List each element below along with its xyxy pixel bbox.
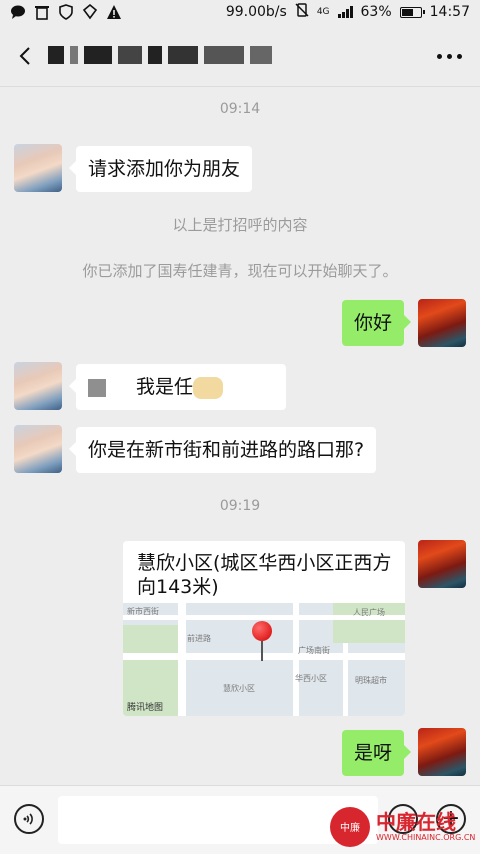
map-thumbnail[interactable]: 新市西街 人民广场 广场南街 前进路 华西小区 慧欣小区 明珠超市 腾讯地图	[123, 603, 405, 716]
network-speed: 99.00b/s	[225, 4, 287, 20]
system-message: 以上是打招呼的内容	[172, 216, 308, 234]
system-message: 你已添加了国寿任建青，现在可以开始聊天了。	[82, 262, 398, 280]
message-bubble-received[interactable]: 我是任	[69, 364, 286, 410]
back-arrow-icon[interactable]	[14, 44, 38, 68]
message-bubble-sent[interactable]: 你好	[341, 300, 412, 346]
contact-avatar[interactable]	[14, 144, 62, 192]
warning-icon	[106, 4, 122, 20]
contact-avatar[interactable]	[14, 425, 62, 473]
message-text: 我是任	[136, 376, 194, 398]
location-message-card[interactable]: 慧欣小区(城区华西小区正西方向143米) 新市西街 人民广场 广场南街 前进路 …	[123, 541, 405, 716]
map-label: 华西小区	[295, 674, 327, 683]
timestamp: 09:19	[219, 498, 261, 514]
clock: 14:57	[429, 4, 470, 20]
location-title: 慧欣小区(城区华西小区正西方向143米)	[137, 552, 392, 598]
status-right: 99.00b/s 4G 63% 14:57	[226, 3, 470, 21]
message-bubble-received[interactable]: 你是在新市街和前进路的路口那?	[68, 427, 377, 473]
status-bar: 99.00b/s 4G 63% 14:57	[0, 0, 480, 26]
timestamp: 09:14	[219, 101, 261, 117]
watermark-text: 中廉在线	[376, 810, 456, 834]
notification-icons	[10, 3, 122, 20]
message-bubble-received[interactable]: 请求添加你为朋友	[68, 146, 253, 192]
vpn-icon	[82, 3, 98, 20]
vibrate-off-icon	[295, 3, 309, 21]
my-avatar[interactable]	[418, 540, 466, 588]
my-avatar[interactable]	[418, 299, 466, 347]
contact-name-redacted	[48, 46, 272, 64]
map-provider-logo: 腾讯地图	[127, 703, 164, 713]
location-pin-icon	[252, 621, 274, 661]
watermark-text-block: 中廉在线 WWW.CHINAINC.ORG.CN	[376, 811, 475, 842]
shield-icon	[58, 4, 74, 20]
signal-icon	[337, 6, 353, 18]
map-label: 慧欣小区	[223, 684, 255, 693]
map-label: 广场南街	[298, 646, 330, 655]
my-avatar[interactable]	[418, 728, 466, 776]
contact-avatar[interactable]	[14, 362, 62, 410]
redaction-block	[88, 378, 106, 397]
voice-icon[interactable]	[14, 804, 44, 834]
watermark-logo: 中廉	[330, 806, 370, 847]
trash-icon	[34, 4, 50, 20]
more-icon[interactable]	[437, 54, 462, 59]
map-label: 前进路	[187, 634, 211, 643]
message-bubble-sent[interactable]: 是呀	[341, 730, 412, 776]
map-road	[343, 643, 348, 716]
map-label: 人民广场	[353, 608, 385, 617]
watermark-url: WWW.CHINAINC.ORG.CN	[376, 833, 476, 842]
battery-icon	[399, 6, 425, 18]
map-label: 新市西街	[127, 607, 159, 616]
chat-header	[0, 26, 480, 87]
watermark: 中廉 中廉在线 WWW.CHINAINC.ORG.CN	[330, 800, 480, 853]
redaction-smudge	[193, 376, 224, 399]
battery-percent: 63%	[360, 4, 392, 20]
map-label: 明珠超市	[355, 676, 387, 685]
network-type: 4G	[316, 7, 330, 17]
chat-notification-icon	[10, 4, 26, 20]
